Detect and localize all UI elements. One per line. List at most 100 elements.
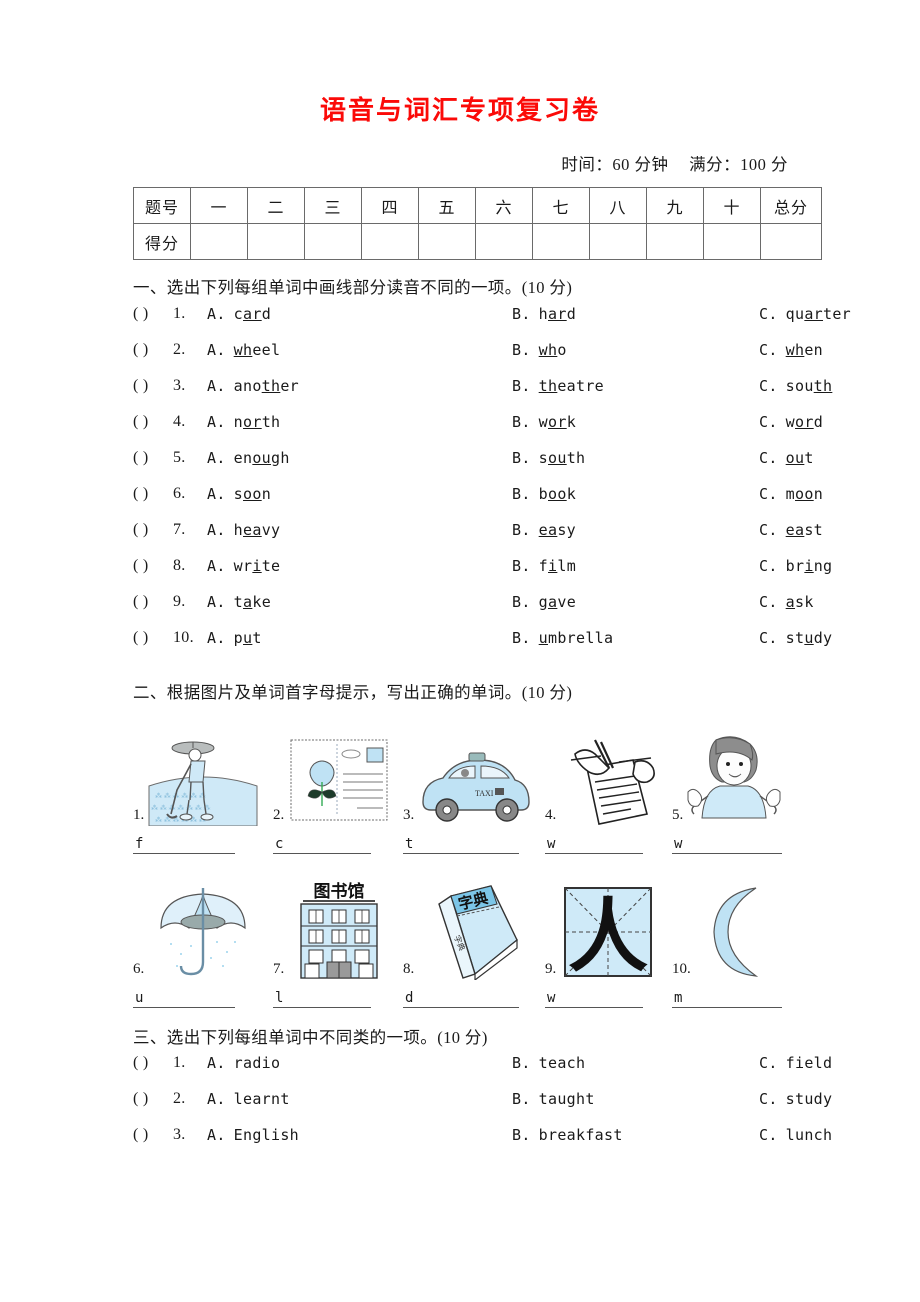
option-word: book: [538, 484, 577, 503]
option-c[interactable]: C. east: [759, 521, 823, 539]
blank-line-1[interactable]: [143, 840, 236, 854]
blank-line-10[interactable]: [682, 994, 783, 1008]
option-c[interactable]: C. study: [759, 629, 832, 647]
answer-blank-10[interactable]: m: [672, 990, 792, 1008]
umbrella-icon: [160, 887, 246, 975]
score-input-total[interactable]: [760, 223, 822, 261]
blank-line-7[interactable]: [283, 994, 372, 1008]
option-c[interactable]: C. bring: [759, 557, 832, 575]
answer-choice-box[interactable]: ( ): [133, 305, 173, 323]
option-a[interactable]: A. radio: [207, 1054, 512, 1072]
option-a[interactable]: A. north: [207, 413, 512, 431]
option-a[interactable]: A. another: [207, 377, 512, 395]
answer-blank-2[interactable]: c: [273, 836, 403, 854]
option-b[interactable]: B. easy: [512, 521, 759, 539]
option-c[interactable]: C. quarter: [759, 305, 851, 323]
option-a[interactable]: A. heavy: [207, 521, 512, 539]
score-input-9[interactable]: [646, 223, 704, 261]
blank-line-8[interactable]: [413, 994, 520, 1008]
answer-blank-1[interactable]: f: [133, 836, 273, 854]
option-a[interactable]: A. take: [207, 593, 512, 611]
answer-choice-box[interactable]: ( ): [133, 449, 173, 467]
option-word: when: [785, 340, 824, 359]
option-b[interactable]: B. hard: [512, 305, 759, 323]
answer-choice-box[interactable]: ( ): [133, 557, 173, 575]
blank-line-5[interactable]: [682, 840, 783, 854]
score-input-10[interactable]: [703, 223, 761, 261]
crescent-moon-icon: [713, 887, 758, 977]
option-a[interactable]: A. soon: [207, 485, 512, 503]
score-input-6[interactable]: [475, 223, 533, 261]
option-b[interactable]: B. film: [512, 557, 759, 575]
answer-blank-6[interactable]: u: [133, 990, 273, 1008]
answer-choice-box[interactable]: ( ): [133, 413, 173, 431]
answer-blank-5[interactable]: w: [672, 836, 792, 854]
option-word: breakfast: [538, 1126, 623, 1145]
option-c[interactable]: C. moon: [759, 485, 823, 503]
answer-blank-7[interactable]: l: [273, 990, 403, 1008]
option-c[interactable]: C. lunch: [759, 1126, 832, 1144]
answer-choice-box[interactable]: ( ): [133, 1090, 173, 1108]
option-b[interactable]: B. gave: [512, 593, 759, 611]
answer-blank-8[interactable]: d: [403, 990, 545, 1008]
score-input-7[interactable]: [532, 223, 590, 261]
option-b[interactable]: B. who: [512, 341, 759, 359]
option-b[interactable]: B. teach: [512, 1054, 759, 1072]
option-a[interactable]: A. put: [207, 629, 512, 647]
option-word: gave: [538, 592, 577, 611]
answer-choice-box[interactable]: ( ): [133, 593, 173, 611]
option-a[interactable]: A. write: [207, 557, 512, 575]
option-letter: B.: [512, 1090, 531, 1109]
score-input-4[interactable]: [361, 223, 419, 261]
question-row: ( ) 4. A. north B. work C. word: [133, 413, 920, 449]
option-b[interactable]: B. south: [512, 449, 759, 467]
answer-blank-9[interactable]: w: [545, 990, 672, 1008]
blank-line-2[interactable]: [283, 840, 372, 854]
option-c[interactable]: C. field: [759, 1054, 832, 1072]
answer-choice-box[interactable]: ( ): [133, 521, 173, 539]
answer-blank-4[interactable]: w: [545, 836, 672, 854]
question-row: ( ) 7. A. heavy B. easy C. east: [133, 521, 920, 557]
option-letter: A.: [207, 592, 226, 611]
answer-blank-3[interactable]: t: [403, 836, 545, 854]
option-word: heavy: [233, 520, 281, 539]
option-a[interactable]: A. wheel: [207, 341, 512, 359]
blank-line-9[interactable]: [555, 994, 644, 1008]
score-input-5[interactable]: [418, 223, 476, 261]
section-one-heading: 一、选出下列每组单词中画线部分读音不同的一项。(10 分): [133, 278, 573, 298]
option-word: theatre: [538, 376, 604, 395]
option-b[interactable]: B. work: [512, 413, 759, 431]
option-a[interactable]: A. English: [207, 1126, 512, 1144]
score-input-8[interactable]: [589, 223, 647, 261]
score-input-3[interactable]: [304, 223, 362, 261]
option-c[interactable]: C. south: [759, 377, 832, 395]
option-c[interactable]: C. study: [759, 1090, 832, 1108]
option-c[interactable]: C. out: [759, 449, 814, 467]
answer-choice-box[interactable]: ( ): [133, 1126, 173, 1144]
picture-number-4: 4.: [545, 806, 557, 823]
section-two-picture-row-2: 6. 7. 图书馆 8. 字典 字典 9. 人 10.: [133, 870, 793, 980]
option-c[interactable]: C. when: [759, 341, 823, 359]
option-b[interactable]: B. book: [512, 485, 759, 503]
option-a[interactable]: A. card: [207, 305, 512, 323]
blank-line-6[interactable]: [143, 994, 236, 1008]
option-letter: C.: [759, 592, 778, 611]
option-b[interactable]: B. umbrella: [512, 629, 759, 647]
option-c[interactable]: C. ask: [759, 593, 814, 611]
option-b[interactable]: B. theatre: [512, 377, 759, 395]
option-letter: C.: [759, 1126, 778, 1145]
option-a[interactable]: A. learnt: [207, 1090, 512, 1108]
answer-choice-box[interactable]: ( ): [133, 341, 173, 359]
answer-choice-box[interactable]: ( ): [133, 629, 173, 647]
score-input-1[interactable]: [190, 223, 248, 261]
score-input-2[interactable]: [247, 223, 305, 261]
blank-line-4[interactable]: [555, 840, 644, 854]
answer-choice-box[interactable]: ( ): [133, 1054, 173, 1072]
option-a[interactable]: A. enough: [207, 449, 512, 467]
answer-choice-box[interactable]: ( ): [133, 485, 173, 503]
option-c[interactable]: C. word: [759, 413, 823, 431]
blank-line-3[interactable]: [413, 840, 520, 854]
answer-choice-box[interactable]: ( ): [133, 377, 173, 395]
option-b[interactable]: B. taught: [512, 1090, 759, 1108]
option-b[interactable]: B. breakfast: [512, 1126, 759, 1144]
